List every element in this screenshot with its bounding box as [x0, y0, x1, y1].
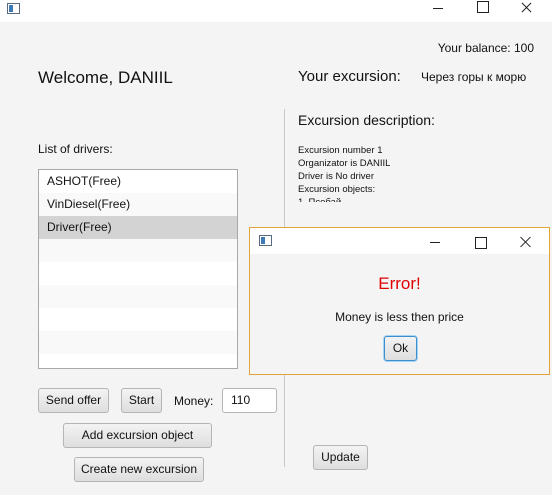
excursion-label: Your excursion:	[298, 68, 401, 85]
list-empty-row	[39, 239, 237, 262]
add-excursion-object-button[interactable]: Add excursion object	[63, 423, 212, 448]
drivers-list-label: List of drivers:	[38, 142, 113, 156]
drivers-list[interactable]: ASHOT(Free) VinDiesel(Free) Driver(Free)	[38, 169, 238, 369]
app-window-icon	[7, 3, 20, 14]
list-empty-row	[39, 331, 237, 354]
close-icon[interactable]	[507, 0, 547, 22]
dialog-titlebar[interactable]	[250, 228, 549, 254]
close-icon[interactable]	[509, 232, 543, 252]
list-empty-row	[39, 354, 237, 368]
main-window: Your balance: 100 Welcome, DANIIL Your e…	[0, 0, 552, 495]
main-content: Your balance: 100 Welcome, DANIIL Your e…	[0, 22, 552, 495]
driver-item-vindiesel[interactable]: VinDiesel(Free)	[39, 193, 237, 216]
update-button[interactable]: Update	[313, 445, 368, 470]
error-dialog: Error! Money is less then price Ok	[249, 227, 550, 375]
error-title: Error!	[378, 274, 421, 293]
list-empty-row	[39, 308, 237, 331]
ok-button[interactable]: Ok	[384, 336, 417, 361]
excursion-name: Через горы к морю	[421, 70, 527, 84]
balance-label: Your balance: 100	[437, 41, 534, 55]
create-new-excursion-button[interactable]: Create new excursion	[74, 457, 204, 482]
driver-item-ashot[interactable]: ASHOT(Free)	[39, 170, 237, 193]
window-titlebar[interactable]	[0, 0, 552, 22]
money-input[interactable]: 110	[222, 388, 277, 413]
minimize-icon[interactable]	[418, 232, 452, 252]
list-empty-row	[39, 285, 237, 308]
welcome-heading: Welcome, DANIIL	[38, 68, 173, 87]
maximize-icon[interactable]	[462, 0, 502, 22]
send-offer-button[interactable]: Send offer	[38, 388, 109, 413]
list-empty-row	[39, 262, 237, 285]
maximize-icon[interactable]	[463, 232, 497, 252]
error-message: Money is less then price	[335, 310, 464, 324]
app-window-icon	[259, 235, 272, 246]
dialog-body: Error! Money is less then price Ok	[250, 254, 549, 374]
money-label: Money:	[174, 394, 214, 408]
description-label: Excursion description:	[298, 112, 435, 128]
minimize-icon[interactable]	[418, 0, 458, 22]
driver-item-driver[interactable]: Driver(Free)	[39, 216, 237, 239]
start-button[interactable]: Start	[121, 388, 162, 413]
description-text: Excursion number 1 Organizator is DANIIL…	[298, 145, 391, 202]
